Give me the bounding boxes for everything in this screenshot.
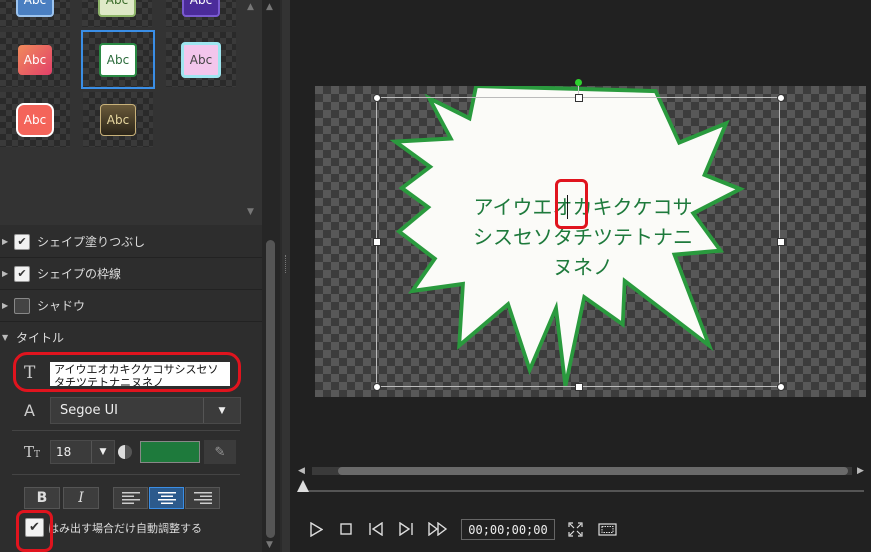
resize-handle-w[interactable] bbox=[373, 238, 381, 246]
splitter-grip-icon bbox=[285, 255, 288, 273]
italic-button[interactable]: I bbox=[63, 487, 99, 509]
align-left-icon bbox=[121, 492, 140, 504]
safe-area-icon bbox=[597, 522, 617, 536]
playhead-marker[interactable] bbox=[297, 480, 309, 492]
resize-handle-sw[interactable] bbox=[373, 383, 381, 391]
stop-icon bbox=[340, 523, 352, 535]
highlight-title-input bbox=[13, 352, 241, 392]
shape-border-row[interactable]: ▶ ✔ シェイプの枠線 bbox=[0, 258, 262, 290]
fast-forward-icon bbox=[428, 522, 448, 536]
style-gallery: Abc Abc Abc Abc Abc Abc Abc Abc ▲ ▼ bbox=[0, 0, 262, 225]
play-button[interactable] bbox=[308, 520, 324, 538]
shadow-checkbox[interactable] bbox=[14, 297, 30, 314]
fullscreen-button[interactable] bbox=[566, 520, 584, 538]
next-frame-button[interactable] bbox=[396, 520, 416, 538]
align-right-icon bbox=[193, 492, 212, 504]
divider bbox=[12, 474, 240, 475]
style-thumb-4[interactable]: Abc bbox=[0, 32, 70, 87]
font-size-value: 18 bbox=[56, 445, 72, 459]
scroll-up-icon[interactable]: ▲ bbox=[266, 2, 273, 12]
style-sample: Abc bbox=[100, 103, 136, 136]
panel-scrollbar-thumb[interactable] bbox=[266, 240, 275, 538]
font-family-select[interactable]: Segoe UI ▼ bbox=[50, 397, 241, 424]
font-size-select[interactable]: 18 ▼ bbox=[50, 440, 115, 464]
shape-border-checkbox[interactable]: ✔ bbox=[14, 265, 30, 282]
resize-handle-e[interactable] bbox=[777, 238, 785, 246]
scroll-down-icon[interactable]: ▼ bbox=[247, 207, 254, 217]
gallery-scrollbar[interactable]: ▲ ▼ bbox=[246, 0, 258, 222]
safe-area-button[interactable] bbox=[596, 520, 618, 538]
resize-handle-s[interactable] bbox=[575, 383, 583, 391]
font-size-icon: TT bbox=[24, 443, 41, 461]
panel-splitter[interactable] bbox=[282, 0, 290, 552]
scroll-up-icon[interactable]: ▲ bbox=[247, 2, 254, 12]
horizontal-scrollbar-thumb[interactable] bbox=[338, 467, 848, 475]
selection-frame[interactable] bbox=[376, 97, 780, 387]
bold-button[interactable]: B bbox=[24, 487, 60, 509]
timeline-track[interactable] bbox=[302, 490, 864, 492]
panel-scrollbar[interactable]: ▲ ▼ bbox=[262, 0, 280, 552]
title-section-header[interactable]: ▼ タイトル bbox=[0, 322, 262, 353]
chevron-down-icon[interactable]: ▼ bbox=[2, 333, 14, 342]
scroll-down-icon[interactable]: ▼ bbox=[266, 540, 273, 550]
rotation-handle[interactable] bbox=[575, 79, 582, 86]
style-sample: Abc bbox=[18, 44, 52, 75]
previous-frame-button[interactable] bbox=[366, 520, 386, 538]
align-left-button[interactable] bbox=[113, 487, 148, 509]
preview-canvas[interactable]: アイウエオカキクケコサ シスセソタチツテトナニ ヌネノ bbox=[315, 79, 866, 397]
shape-border-label: シェイプの枠線 bbox=[37, 267, 122, 281]
fullscreen-icon bbox=[567, 521, 583, 537]
shadow-label: シャドウ bbox=[37, 299, 86, 313]
resize-handle-ne[interactable] bbox=[777, 94, 785, 102]
auto-fit-label: はみ出す場合だけ自動調整する bbox=[48, 522, 202, 535]
style-thumb-3[interactable]: Abc bbox=[166, 0, 236, 27]
opacity-icon[interactable] bbox=[118, 445, 132, 459]
font-color-swatch[interactable] bbox=[140, 441, 200, 463]
style-thumb-2[interactable]: Abc bbox=[82, 0, 152, 27]
previous-frame-icon bbox=[369, 522, 383, 536]
chevron-right-icon[interactable]: ▶ bbox=[2, 237, 14, 246]
style-sample: Abc bbox=[181, 41, 221, 78]
shadow-row[interactable]: ▶ シャドウ bbox=[0, 290, 262, 322]
preview-area: アイウエオカキクケコサ シスセソタチツテトナニ ヌネノ ◀ ▶ 00;00;00… bbox=[290, 0, 871, 552]
title-section-label: タイトル bbox=[16, 331, 65, 345]
chevron-down-icon[interactable]: ▼ bbox=[91, 441, 114, 463]
align-center-button[interactable] bbox=[149, 487, 184, 509]
style-sample: Abc bbox=[182, 0, 220, 17]
properties-panel: Abc Abc Abc Abc Abc Abc Abc Abc ▲ ▼ ▶ ✔ … bbox=[0, 0, 262, 552]
scroll-right-icon[interactable]: ▶ bbox=[857, 466, 864, 476]
style-thumb-8[interactable]: Abc bbox=[83, 92, 153, 147]
horizontal-scrollbar[interactable] bbox=[312, 467, 852, 475]
fast-forward-button[interactable] bbox=[426, 520, 450, 538]
shape-fill-checkbox[interactable]: ✔ bbox=[14, 233, 30, 250]
shape-fill-label: シェイプ塗りつぶし bbox=[37, 235, 146, 249]
highlight-auto-fit bbox=[16, 510, 53, 552]
style-thumb-1[interactable]: Abc bbox=[0, 0, 70, 27]
timecode-display[interactable]: 00;00;00;00 bbox=[461, 519, 555, 540]
style-thumb-5-selected[interactable]: Abc bbox=[81, 30, 155, 89]
divider bbox=[12, 430, 240, 431]
style-thumb-6[interactable]: Abc bbox=[166, 32, 236, 87]
style-sample: Abc bbox=[98, 0, 136, 17]
font-icon: A bbox=[24, 401, 35, 420]
resize-handle-n[interactable] bbox=[575, 94, 583, 102]
chevron-down-icon[interactable]: ▼ bbox=[203, 398, 240, 423]
align-center-icon bbox=[157, 492, 176, 504]
next-frame-icon bbox=[399, 522, 413, 536]
eyedropper-icon[interactable]: ✎ bbox=[204, 440, 236, 464]
shape-fill-row[interactable]: ▶ ✔ シェイプ塗りつぶし bbox=[0, 226, 262, 258]
play-icon bbox=[309, 521, 323, 537]
style-sample: Abc bbox=[16, 0, 54, 17]
chevron-right-icon[interactable]: ▶ bbox=[2, 269, 14, 278]
align-right-button[interactable] bbox=[185, 487, 220, 509]
chevron-right-icon[interactable]: ▶ bbox=[2, 301, 14, 310]
scroll-left-icon[interactable]: ◀ bbox=[298, 466, 305, 476]
resize-handle-nw[interactable] bbox=[373, 94, 381, 102]
style-thumb-7[interactable]: Abc bbox=[0, 92, 70, 147]
resize-handle-se[interactable] bbox=[777, 383, 785, 391]
style-sample: Abc bbox=[16, 102, 54, 137]
font-family-value: Segoe UI bbox=[60, 403, 118, 418]
style-sample: Abc bbox=[99, 42, 137, 77]
stop-button[interactable] bbox=[338, 520, 354, 538]
